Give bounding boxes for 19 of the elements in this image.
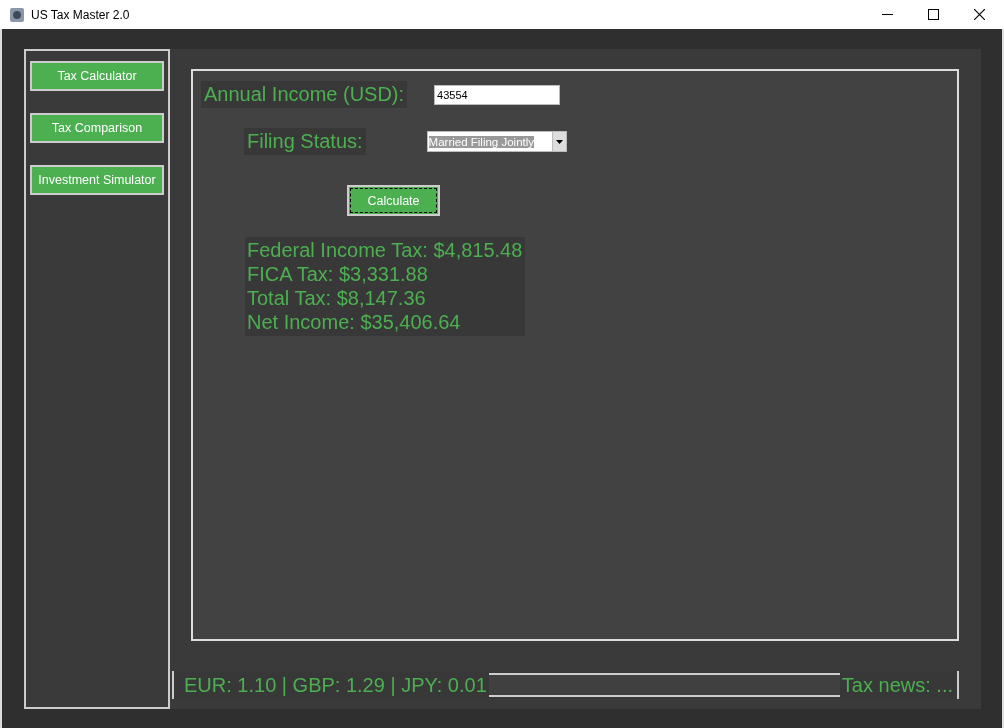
nav-button[interactable]: Tax Calculator (30, 61, 164, 91)
tax-news-text: Tax news: ... (841, 673, 953, 697)
filing-status-label: Filing Status: (244, 128, 366, 155)
nav-button[interactable]: Investment Simulator (30, 165, 164, 195)
income-input[interactable]: 43554 (434, 84, 561, 105)
close-icon[interactable] (974, 9, 985, 20)
caret-icon (555, 139, 563, 144)
result-line: Net Income: $35,406.64 (247, 310, 462, 334)
filing-status-dropdown[interactable]: Married Filing Jointly (426, 131, 567, 152)
result-line: FICA Tax: $3,331.88 (247, 262, 429, 286)
maximize-icon[interactable] (928, 9, 939, 20)
calculate-button[interactable]: Calculate (347, 185, 440, 216)
nav-button[interactable]: Tax Comparison (30, 113, 164, 143)
result-line: Total Tax: $8,147.36 (247, 286, 427, 310)
app-icon (10, 7, 24, 22)
window-title: US Tax Master 2.0 (31, 7, 130, 22)
exchange-rates-text: EUR: 1.10 | GBP: 1.29 | JPY: 0.01 (184, 673, 487, 697)
result-line: Federal Income Tax: $4,815.48 (247, 238, 523, 262)
income-label: Annual Income (USD): (201, 81, 408, 108)
